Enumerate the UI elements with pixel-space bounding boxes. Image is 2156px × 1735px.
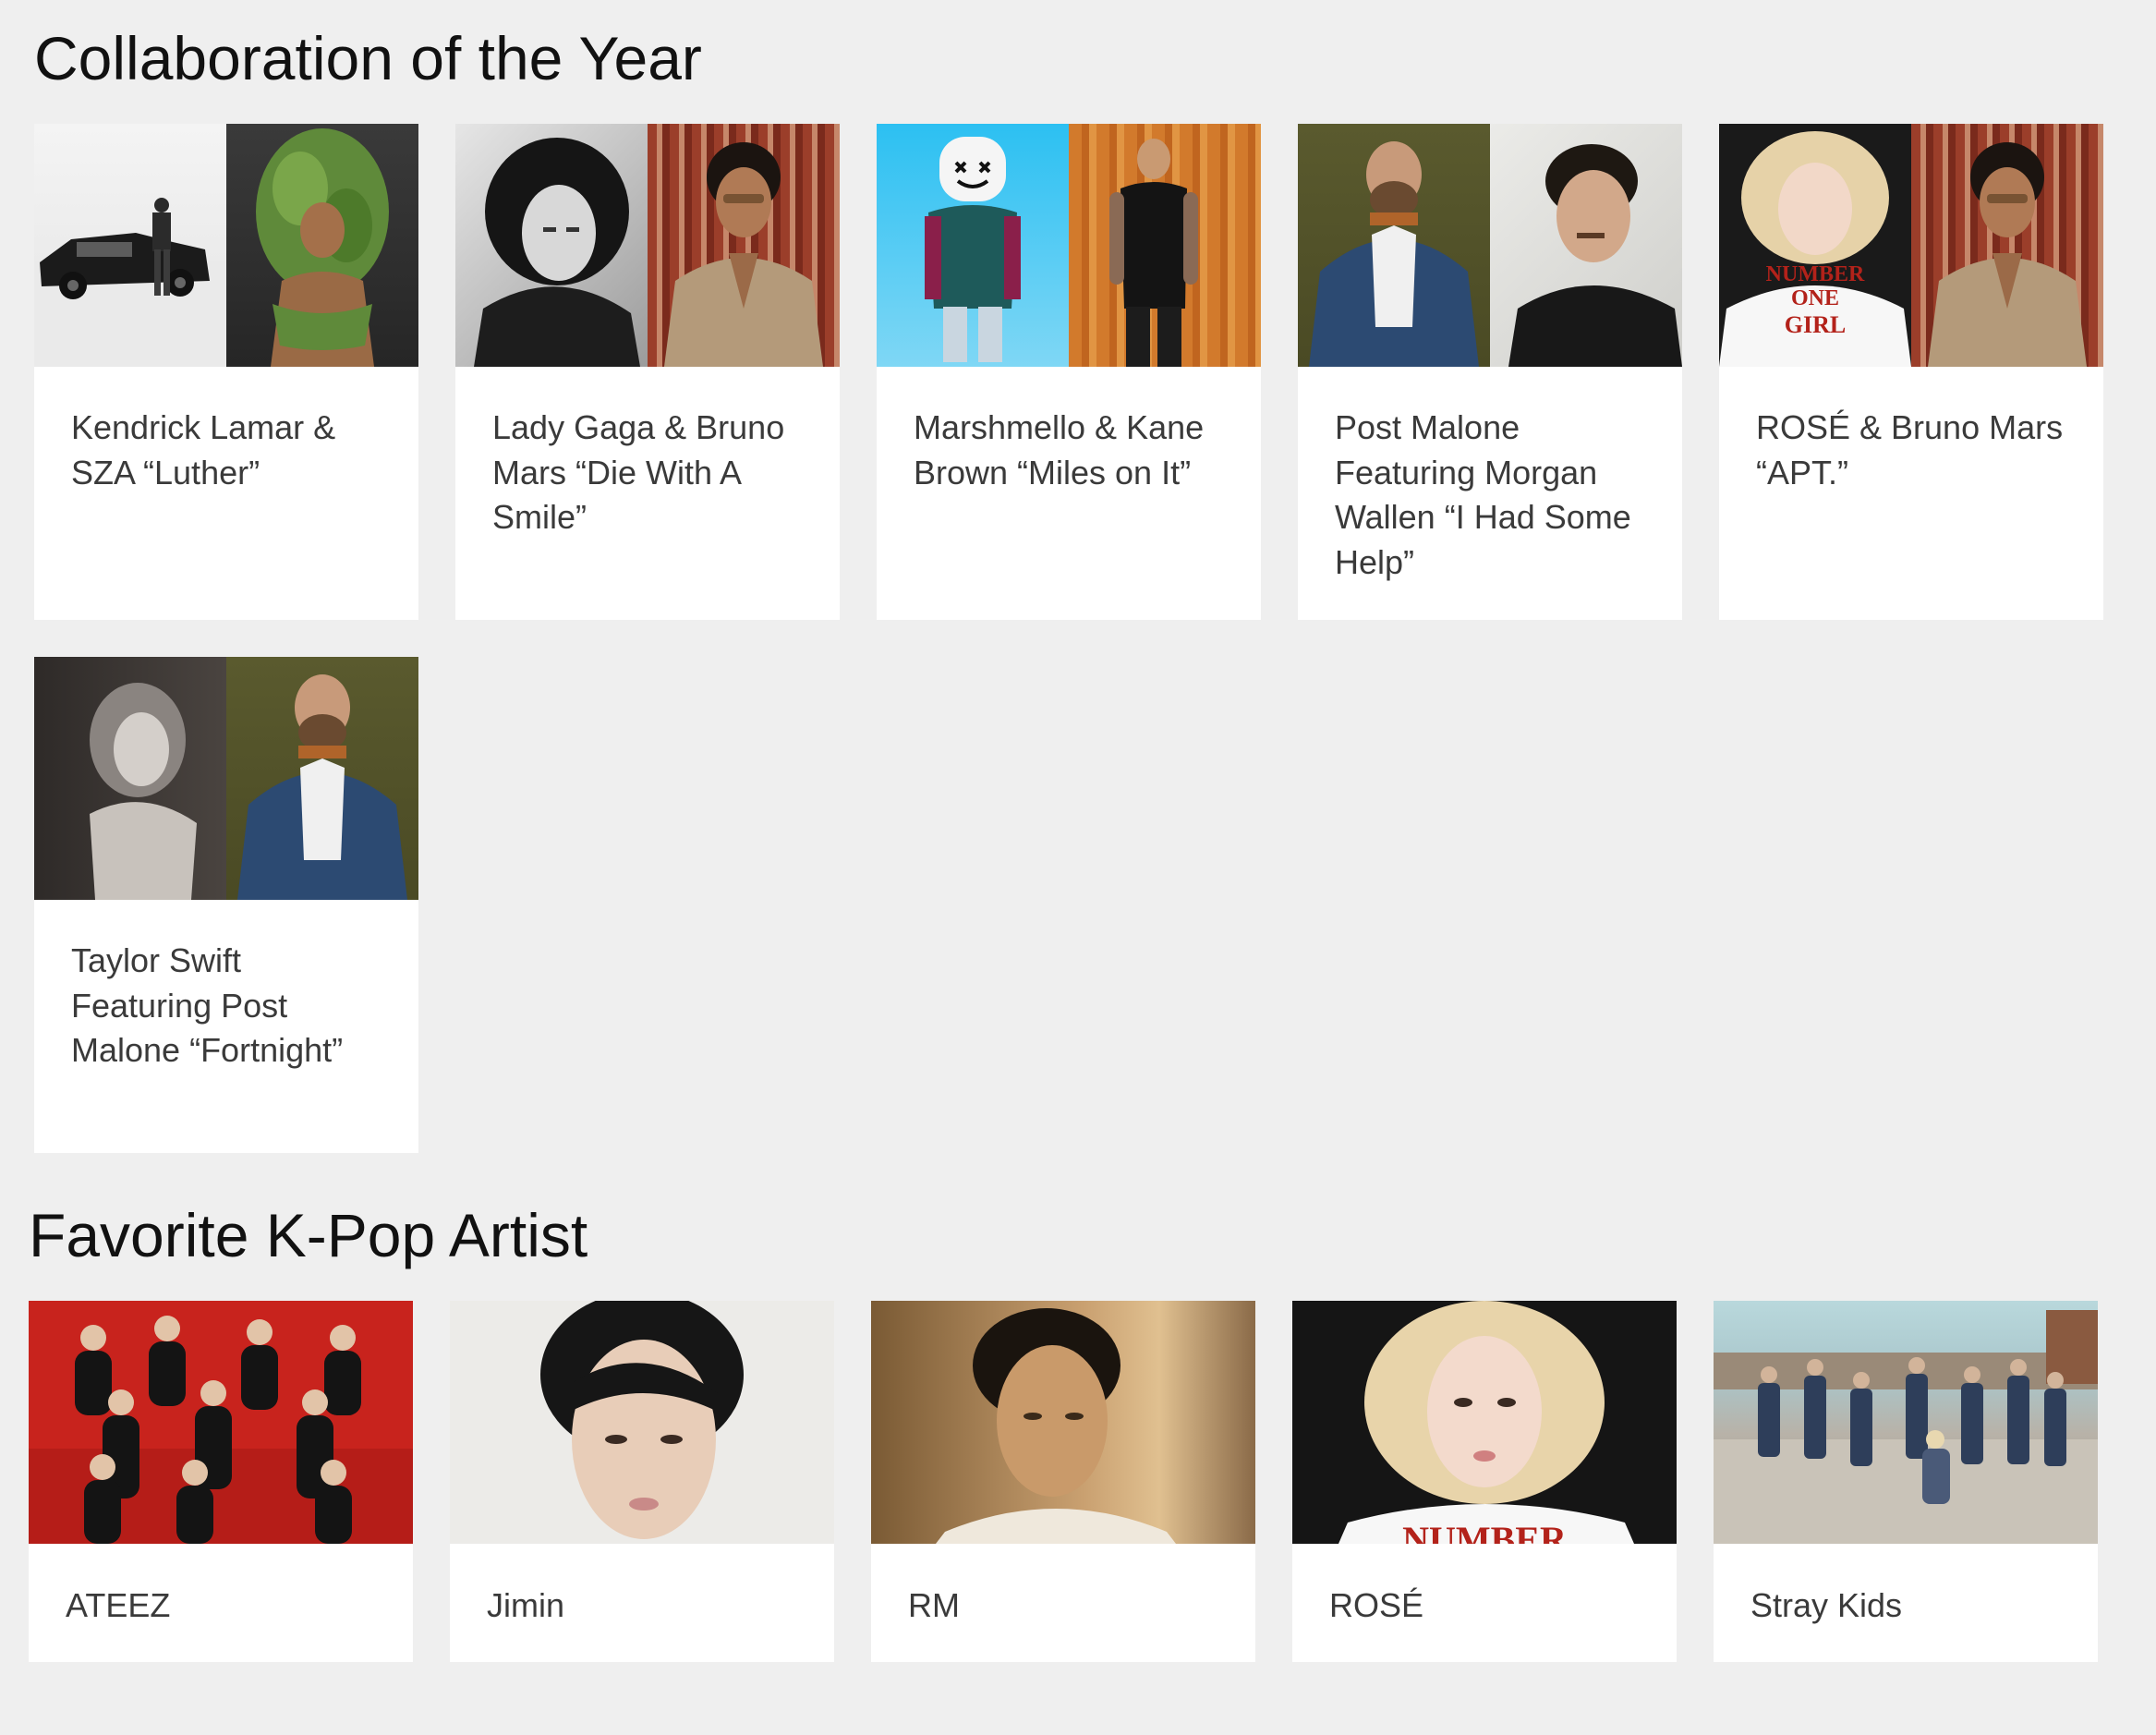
- bruno-mars-photo: [1911, 124, 2103, 367]
- nominee-card-ateez[interactable]: ATEEZ: [29, 1301, 413, 1662]
- nominee-card-jimin[interactable]: Jimin: [450, 1301, 834, 1662]
- bruno-mars-photo: [648, 124, 840, 367]
- nominee-label: Stray Kids: [1750, 1586, 1903, 1624]
- nominee-photo: [1298, 124, 1682, 367]
- shirt-text-line-3: GIRL: [1785, 311, 1846, 338]
- post-malone-photo: [1298, 124, 1490, 367]
- nominee-label: Taylor Swift Featuring Post Malone “Fort…: [71, 941, 344, 1069]
- nominee-card-lady-gaga-bruno-mars[interactable]: Lady Gaga & Bruno Mars “Die With A Smile…: [455, 124, 840, 620]
- shirt-text-line-2: ONE: [1791, 286, 1839, 310]
- kendrick-lamar-photo: [34, 124, 226, 367]
- rose-photo: NUMBER ONE GIRL: [1719, 124, 1911, 367]
- nominee-label: ROSÉ: [1329, 1586, 1424, 1624]
- jimin-photo: [450, 1301, 834, 1544]
- nominee-card-marshmello-kane-brown[interactable]: Marshmello & Kane Brown “Miles on It”: [877, 124, 1261, 620]
- nominee-card-rm[interactable]: RM: [871, 1301, 1255, 1662]
- nominee-card-rose-bruno-mars[interactable]: NUMBER ONE GIRL ROSÉ & Bruno Mars “APT.”: [1719, 124, 2103, 620]
- nominee-label: Kendrick Lamar & SZA “Luther”: [71, 408, 336, 491]
- nominee-grid: Kendrick Lamar & SZA “Luther” Lady Gaga …: [34, 124, 2103, 1153]
- nominee-photo: [455, 124, 840, 367]
- sza-photo: [226, 124, 418, 367]
- section-title: Favorite K-Pop Artist: [29, 1201, 588, 1269]
- nominee-photo: NUMBER ONE GIRL: [1719, 124, 2103, 367]
- nominee-card-taylor-swift-post-malone[interactable]: Taylor Swift Featuring Post Malone “Fort…: [34, 657, 418, 1153]
- section-collaboration-of-the-year: Collaboration of the Year Kendrick Lamar…: [0, 0, 2156, 1153]
- section-title: Collaboration of the Year: [34, 24, 702, 92]
- post-malone-photo: [226, 657, 418, 900]
- section-favorite-kpop-artist: Favorite K-Pop Artist ATEEZ Jimin RM NUM…: [0, 1151, 2156, 1735]
- nominee-grid: ATEEZ Jimin RM NUMBER ROSÉ Stray Kids: [29, 1301, 2098, 1662]
- nominee-card-kendrick-lamar-sza[interactable]: Kendrick Lamar & SZA “Luther”: [34, 124, 418, 620]
- shirt-text-partial: NUMBER: [1402, 1519, 1568, 1544]
- nominee-label: Marshmello & Kane Brown “Miles on It”: [914, 408, 1205, 491]
- rm-photo: [871, 1301, 1255, 1544]
- nominee-photo: [877, 124, 1261, 367]
- nominee-label: ATEEZ: [66, 1586, 171, 1624]
- nominee-photo: [34, 657, 418, 900]
- marshmello-photo: [877, 124, 1069, 367]
- rose-photo: NUMBER: [1292, 1301, 1677, 1544]
- nominee-photo: [34, 124, 418, 367]
- ateez-photo: [29, 1301, 413, 1544]
- nominee-label: Post Malone Featuring Morgan Wallen “I H…: [1335, 408, 1631, 581]
- nominee-card-rose[interactable]: NUMBER ROSÉ: [1292, 1301, 1677, 1662]
- lady-gaga-photo: [455, 124, 648, 367]
- nominee-label: ROSÉ & Bruno Mars “APT.”: [1756, 408, 2064, 491]
- taylor-swift-photo: [34, 657, 226, 900]
- kane-brown-photo: [1069, 124, 1261, 367]
- nominee-card-post-malone-morgan-wallen[interactable]: Post Malone Featuring Morgan Wallen “I H…: [1298, 124, 1682, 620]
- stray-kids-photo: [1714, 1301, 2098, 1544]
- nominee-label: Lady Gaga & Bruno Mars “Die With A Smile…: [492, 408, 785, 536]
- nominee-label: RM: [908, 1586, 960, 1624]
- nominee-label: Jimin: [487, 1586, 565, 1624]
- shirt-text-line-1: NUMBER: [1766, 262, 1865, 286]
- nominee-card-stray-kids[interactable]: Stray Kids: [1714, 1301, 2098, 1662]
- morgan-wallen-photo: [1490, 124, 1682, 367]
